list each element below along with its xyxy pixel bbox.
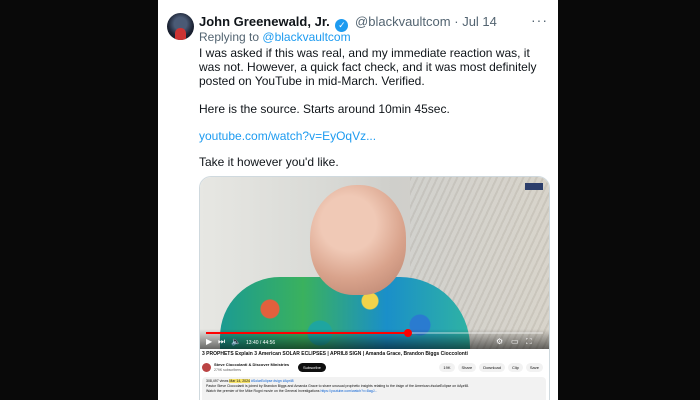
left-sidebar-background: [0, 0, 158, 400]
video-progress-bar[interactable]: [206, 329, 543, 337]
volume-icon[interactable]: 🔈: [231, 338, 241, 346]
replying-prefix: Replying to: [199, 30, 260, 44]
channel-name[interactable]: Steve Cioccolanti & Discover Ministries: [214, 362, 289, 367]
upload-date: Mar 14, 2024: [229, 379, 250, 383]
channel-avatar[interactable]: [202, 363, 211, 372]
tweet-card[interactable]: John Greenewald, Jr. ✓ @blackvaultcom · …: [158, 0, 558, 400]
channel-row: Steve Cioccolanti & Discover Ministries …: [202, 361, 547, 375]
video-frame[interactable]: ▶ ⏭ 🔈 13:40 / 44:56 ⚙ ▭ ⛶: [200, 177, 549, 349]
video-title[interactable]: 3 PROPHETS Explain 3 American SOLAR ECLI…: [202, 351, 547, 357]
video-progress-fill: [206, 332, 409, 334]
settings-icon[interactable]: ⚙: [496, 338, 503, 346]
description-link[interactable]: https://youtube.com/watch?v=8agJ...: [320, 389, 377, 393]
video-actions: 19K Share Download Clip Save: [439, 363, 543, 372]
fullscreen-icon[interactable]: ⛶: [526, 338, 532, 346]
tweet-closing: Take it however you'd like.: [199, 155, 339, 169]
save-button[interactable]: Save: [525, 363, 543, 372]
subscribe-button[interactable]: Subscribe: [298, 363, 326, 372]
video-description[interactable]: 308,497 views Mar 14, 2024 #SolarEclipse…: [202, 377, 546, 400]
theater-icon[interactable]: ▭: [511, 338, 519, 346]
tweet-date[interactable]: Jul 14: [462, 14, 497, 29]
more-dots-icon[interactable]: ···: [531, 12, 548, 28]
description-line-2: Watch the premier of the Mike Rogni movi…: [206, 389, 542, 394]
like-button[interactable]: 19K: [439, 363, 455, 372]
clip-button[interactable]: Clip: [507, 363, 523, 372]
tweet-paragraph: Here is the source. Starts around 10min …: [199, 102, 450, 116]
author-name[interactable]: John Greenewald, Jr.: [199, 14, 330, 29]
view-count: 308,497 views: [206, 379, 229, 383]
video-controls: ▶ ⏭ 🔈 13:40 / 44:56 ⚙ ▭ ⛶: [200, 329, 549, 349]
embedded-screenshot[interactable]: ▶ ⏭ 🔈 13:40 / 44:56 ⚙ ▭ ⛶ 3 PROPHETS Exp…: [199, 176, 550, 400]
next-icon[interactable]: ⏭: [218, 338, 225, 346]
description-text: Watch the premier of the Mike Rogni movi…: [206, 389, 320, 393]
play-icon[interactable]: ▶: [206, 338, 212, 346]
channel-subscribers: 279K subscribers: [214, 368, 242, 372]
separator-dot: ·: [454, 14, 463, 29]
person-head: [310, 185, 406, 295]
channel-watermark: [525, 183, 543, 190]
author-handle[interactable]: @blackvaultcom: [355, 14, 451, 29]
author-avatar[interactable]: [167, 13, 194, 40]
share-button[interactable]: Share: [457, 363, 477, 372]
tweet-header: John Greenewald, Jr. ✓ @blackvaultcom · …: [199, 12, 548, 32]
video-time: 13:40 / 44:56: [246, 340, 276, 346]
replying-handle-link[interactable]: @blackvaultcom: [262, 30, 350, 44]
youtube-link[interactable]: youtube.com/watch?v=EyOqVz...: [199, 129, 554, 143]
tweet-paragraph: I was asked if this was real, and my imm…: [199, 46, 537, 88]
video-scrubber-handle[interactable]: [404, 329, 413, 337]
replying-to: Replying to @blackvaultcom: [199, 30, 351, 44]
hashtags[interactable]: #SolarEclipse #sign #April8: [251, 379, 294, 383]
tweet-text: I was asked if this was real, and my imm…: [199, 46, 554, 169]
right-sidebar-background: [558, 0, 700, 400]
download-button[interactable]: Download: [479, 363, 505, 372]
